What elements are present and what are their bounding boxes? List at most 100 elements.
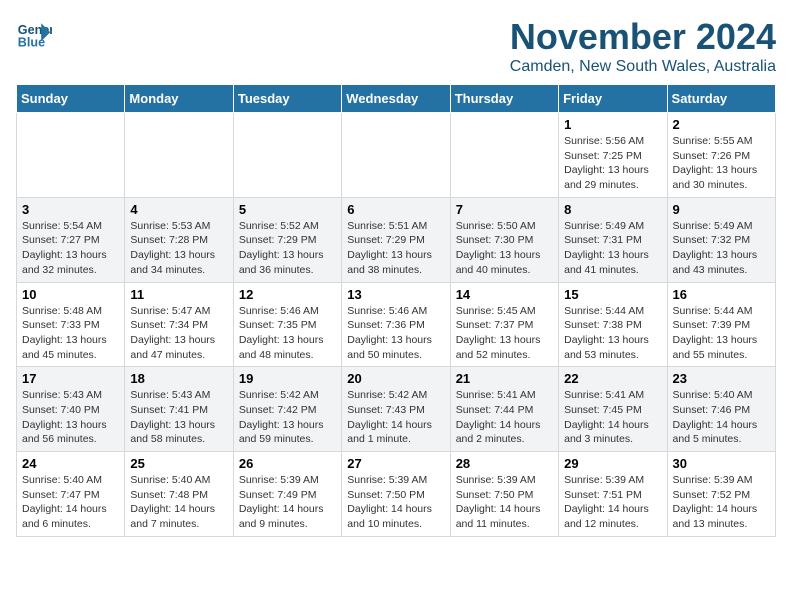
- day-number: 2: [673, 117, 770, 132]
- page-header: General Blue November 2024 Camden, New S…: [16, 16, 776, 76]
- day-number: 12: [239, 287, 336, 302]
- day-detail: Sunrise: 5:46 AM Sunset: 7:36 PM Dayligh…: [347, 304, 444, 363]
- weekday-header-tuesday: Tuesday: [233, 85, 341, 113]
- day-cell: 21 Sunrise: 5:41 AM Sunset: 7:44 PM Dayli…: [450, 367, 558, 452]
- week-row-1: 3 Sunrise: 5:54 AM Sunset: 7:27 PM Daylig…: [17, 197, 776, 282]
- day-detail: Sunrise: 5:42 AM Sunset: 7:43 PM Dayligh…: [347, 388, 444, 447]
- day-number: 26: [239, 456, 336, 471]
- day-detail: Sunrise: 5:51 AM Sunset: 7:29 PM Dayligh…: [347, 219, 444, 278]
- day-cell: [17, 113, 125, 198]
- day-number: 16: [673, 287, 770, 302]
- month-title: November 2024: [510, 16, 776, 58]
- day-detail: Sunrise: 5:55 AM Sunset: 7:26 PM Dayligh…: [673, 134, 770, 193]
- day-cell: 9Sunrise: 5:49 AM Sunset: 7:32 PM Daylig…: [667, 197, 775, 282]
- day-detail: Sunrise: 5:40 AM Sunset: 7:47 PM Dayligh…: [22, 473, 119, 532]
- day-detail: Sunrise: 5:46 AM Sunset: 7:35 PM Dayligh…: [239, 304, 336, 363]
- day-detail: Sunrise: 5:43 AM Sunset: 7:40 PM Dayligh…: [22, 388, 119, 447]
- day-cell: [125, 113, 233, 198]
- day-number: 18: [130, 371, 227, 386]
- day-detail: Sunrise: 5:42 AM Sunset: 7:42 PM Dayligh…: [239, 388, 336, 447]
- day-detail: Sunrise: 5:48 AM Sunset: 7:33 PM Dayligh…: [22, 304, 119, 363]
- day-cell: 6 Sunrise: 5:51 AM Sunset: 7:29 PM Daylig…: [342, 197, 450, 282]
- weekday-header-sunday: Sunday: [17, 85, 125, 113]
- svg-text:Blue: Blue: [18, 36, 45, 50]
- day-cell: 7 Sunrise: 5:50 AM Sunset: 7:30 PM Daylig…: [450, 197, 558, 282]
- day-detail: Sunrise: 5:40 AM Sunset: 7:48 PM Dayligh…: [130, 473, 227, 532]
- day-cell: 27Sunrise: 5:39 AM Sunset: 7:50 PM Dayli…: [342, 452, 450, 537]
- day-detail: Sunrise: 5:49 AM Sunset: 7:31 PM Dayligh…: [564, 219, 661, 278]
- day-detail: Sunrise: 5:44 AM Sunset: 7:39 PM Dayligh…: [673, 304, 770, 363]
- weekday-header-saturday: Saturday: [667, 85, 775, 113]
- day-number: 3: [22, 202, 119, 217]
- day-cell: 4 Sunrise: 5:53 AM Sunset: 7:28 PM Daylig…: [125, 197, 233, 282]
- day-cell: 2 Sunrise: 5:55 AM Sunset: 7:26 PM Daylig…: [667, 113, 775, 198]
- day-cell: 3 Sunrise: 5:54 AM Sunset: 7:27 PM Daylig…: [17, 197, 125, 282]
- day-cell: [233, 113, 341, 198]
- day-number: 8: [564, 202, 661, 217]
- day-cell: 26Sunrise: 5:39 AM Sunset: 7:49 PM Dayli…: [233, 452, 341, 537]
- day-number: 30: [673, 456, 770, 471]
- day-cell: 23 Sunrise: 5:40 AM Sunset: 7:46 PM Dayli…: [667, 367, 775, 452]
- day-cell: 24 Sunrise: 5:40 AM Sunset: 7:47 PM Dayli…: [17, 452, 125, 537]
- day-cell: 8 Sunrise: 5:49 AM Sunset: 7:31 PM Daylig…: [559, 197, 667, 282]
- day-cell: 16 Sunrise: 5:44 AM Sunset: 7:39 PM Dayli…: [667, 282, 775, 367]
- day-number: 23: [673, 371, 770, 386]
- day-detail: Sunrise: 5:56 AM Sunset: 7:25 PM Dayligh…: [564, 134, 661, 193]
- day-detail: Sunrise: 5:53 AM Sunset: 7:28 PM Dayligh…: [130, 219, 227, 278]
- day-number: 14: [456, 287, 553, 302]
- day-detail: Sunrise: 5:39 AM Sunset: 7:51 PM Dayligh…: [564, 473, 661, 532]
- day-number: 7: [456, 202, 553, 217]
- day-cell: 5 Sunrise: 5:52 AM Sunset: 7:29 PM Daylig…: [233, 197, 341, 282]
- weekday-header-monday: Monday: [125, 85, 233, 113]
- day-cell: 28 Sunrise: 5:39 AM Sunset: 7:50 PM Dayli…: [450, 452, 558, 537]
- day-detail: Sunrise: 5:43 AM Sunset: 7:41 PM Dayligh…: [130, 388, 227, 447]
- day-number: 22: [564, 371, 661, 386]
- day-detail: Sunrise: 5:54 AM Sunset: 7:27 PM Dayligh…: [22, 219, 119, 278]
- day-number: 13: [347, 287, 444, 302]
- day-detail: Sunrise: 5:44 AM Sunset: 7:38 PM Dayligh…: [564, 304, 661, 363]
- day-number: 9: [673, 202, 770, 217]
- week-row-2: 10 Sunrise: 5:48 AM Sunset: 7:33 PM Dayli…: [17, 282, 776, 367]
- day-number: 10: [22, 287, 119, 302]
- day-cell: 14 Sunrise: 5:45 AM Sunset: 7:37 PM Dayli…: [450, 282, 558, 367]
- day-cell: [342, 113, 450, 198]
- day-cell: 17Sunrise: 5:43 AM Sunset: 7:40 PM Dayli…: [17, 367, 125, 452]
- day-cell: 11Sunrise: 5:47 AM Sunset: 7:34 PM Dayli…: [125, 282, 233, 367]
- day-number: 21: [456, 371, 553, 386]
- day-detail: Sunrise: 5:52 AM Sunset: 7:29 PM Dayligh…: [239, 219, 336, 278]
- day-cell: 20Sunrise: 5:42 AM Sunset: 7:43 PM Dayli…: [342, 367, 450, 452]
- logo: General Blue: [16, 16, 52, 52]
- day-cell: 18 Sunrise: 5:43 AM Sunset: 7:41 PM Dayli…: [125, 367, 233, 452]
- logo-icon: General Blue: [16, 16, 52, 52]
- day-number: 28: [456, 456, 553, 471]
- day-detail: Sunrise: 5:41 AM Sunset: 7:44 PM Dayligh…: [456, 388, 553, 447]
- day-detail: Sunrise: 5:41 AM Sunset: 7:45 PM Dayligh…: [564, 388, 661, 447]
- weekday-header-thursday: Thursday: [450, 85, 558, 113]
- day-cell: 22 Sunrise: 5:41 AM Sunset: 7:45 PM Dayli…: [559, 367, 667, 452]
- weekday-header-wednesday: Wednesday: [342, 85, 450, 113]
- calendar-table: SundayMondayTuesdayWednesdayThursdayFrid…: [16, 84, 776, 537]
- day-cell: 29 Sunrise: 5:39 AM Sunset: 7:51 PM Dayli…: [559, 452, 667, 537]
- day-detail: Sunrise: 5:39 AM Sunset: 7:50 PM Dayligh…: [456, 473, 553, 532]
- day-detail: Sunrise: 5:40 AM Sunset: 7:46 PM Dayligh…: [673, 388, 770, 447]
- day-number: 15: [564, 287, 661, 302]
- day-number: 29: [564, 456, 661, 471]
- day-detail: Sunrise: 5:50 AM Sunset: 7:30 PM Dayligh…: [456, 219, 553, 278]
- day-detail: Sunrise: 5:45 AM Sunset: 7:37 PM Dayligh…: [456, 304, 553, 363]
- day-detail: Sunrise: 5:47 AM Sunset: 7:34 PM Dayligh…: [130, 304, 227, 363]
- day-cell: 12 Sunrise: 5:46 AM Sunset: 7:35 PM Dayli…: [233, 282, 341, 367]
- day-number: 5: [239, 202, 336, 217]
- day-number: 25: [130, 456, 227, 471]
- day-cell: 1Sunrise: 5:56 AM Sunset: 7:25 PM Daylig…: [559, 113, 667, 198]
- day-detail: Sunrise: 5:39 AM Sunset: 7:52 PM Dayligh…: [673, 473, 770, 532]
- day-number: 24: [22, 456, 119, 471]
- day-cell: 13 Sunrise: 5:46 AM Sunset: 7:36 PM Dayli…: [342, 282, 450, 367]
- day-number: 4: [130, 202, 227, 217]
- day-number: 6: [347, 202, 444, 217]
- day-cell: 15 Sunrise: 5:44 AM Sunset: 7:38 PM Dayli…: [559, 282, 667, 367]
- weekday-header-friday: Friday: [559, 85, 667, 113]
- week-row-4: 24 Sunrise: 5:40 AM Sunset: 7:47 PM Dayli…: [17, 452, 776, 537]
- week-row-0: 1Sunrise: 5:56 AM Sunset: 7:25 PM Daylig…: [17, 113, 776, 198]
- day-cell: 19Sunrise: 5:42 AM Sunset: 7:42 PM Dayli…: [233, 367, 341, 452]
- day-cell: [450, 113, 558, 198]
